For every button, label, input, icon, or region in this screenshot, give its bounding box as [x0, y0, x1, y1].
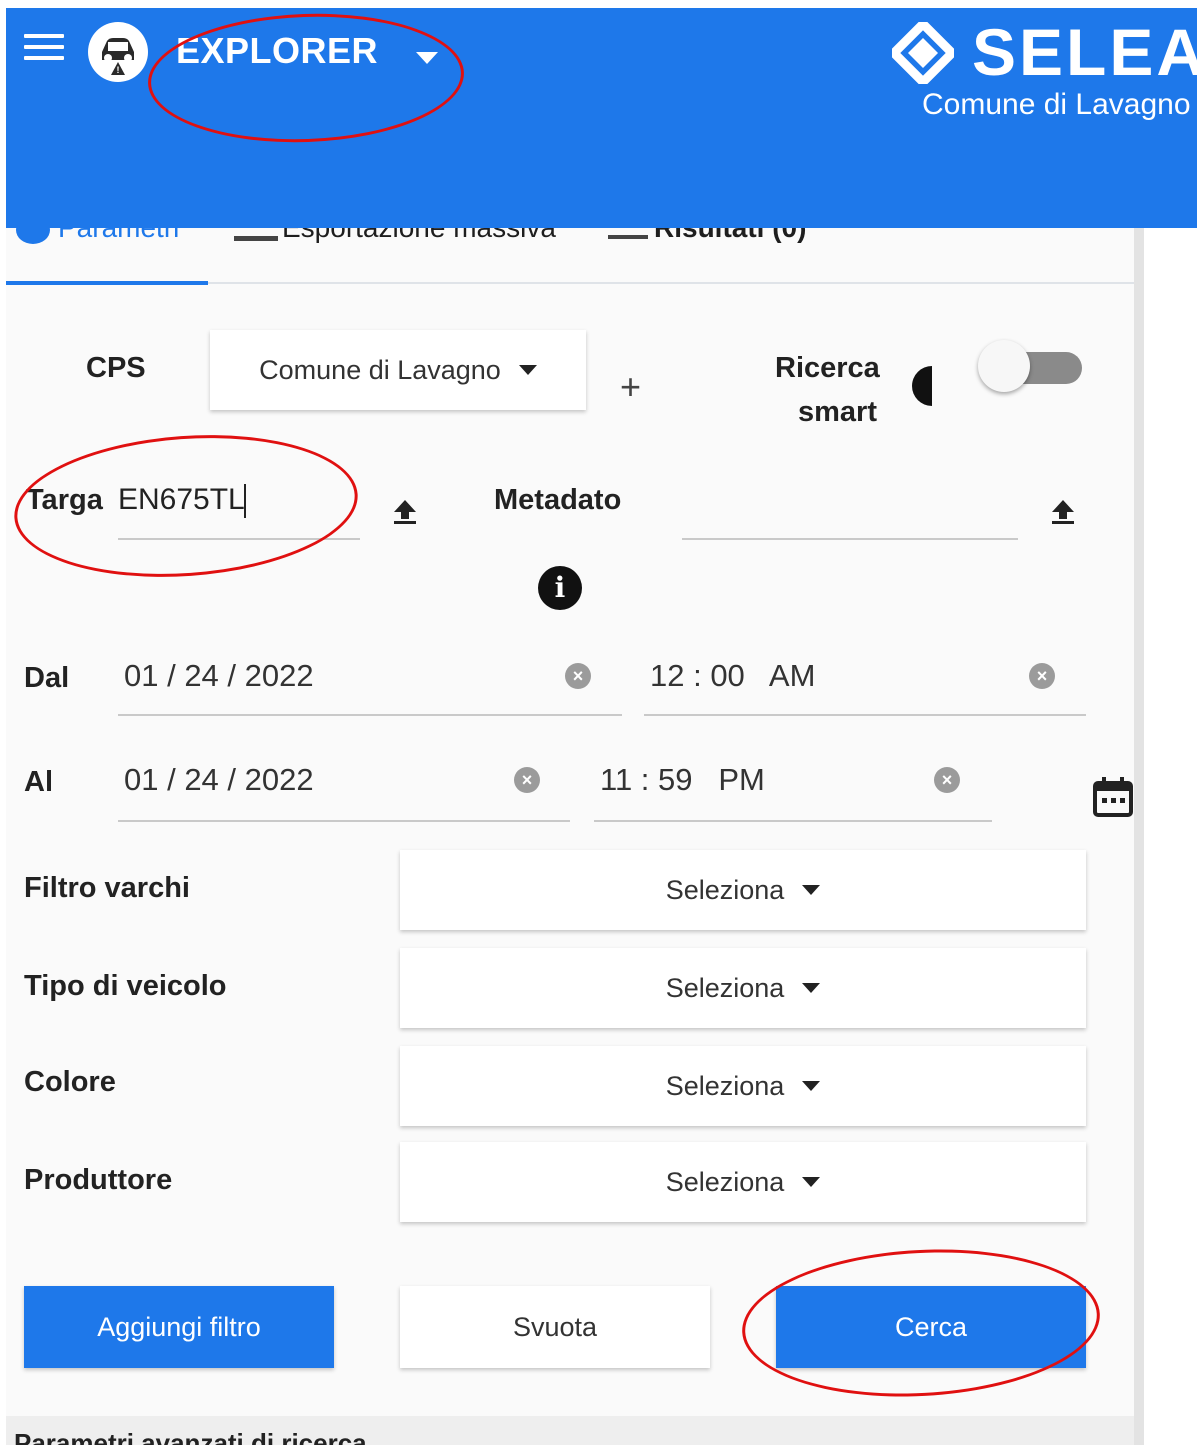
clear-icon[interactable]: × — [934, 767, 960, 793]
select-value: Seleziona — [665, 1070, 785, 1101]
colore-label: Colore — [24, 1066, 116, 1098]
brand-name: SELEA — [972, 15, 1197, 89]
al-date-underline — [118, 820, 570, 822]
text-cursor — [244, 484, 246, 518]
chevron-down-icon[interactable] — [416, 52, 438, 64]
targa-label: Targa — [26, 484, 103, 516]
municipality-name: Comune di Lavagno — [922, 88, 1191, 121]
brand-diamond-icon — [887, 17, 959, 89]
dal-date[interactable]: 01 / 24 / 2022 — [124, 658, 314, 694]
active-tab-indicator — [6, 281, 208, 285]
caret-down-icon — [802, 885, 821, 895]
upload-icon[interactable] — [392, 498, 418, 531]
calendar-icon[interactable] — [1092, 776, 1134, 823]
cps-value: Comune di Lavagno — [259, 354, 501, 385]
al-time-underline — [594, 820, 992, 822]
tipo-veicolo-select[interactable]: Seleziona — [400, 948, 1086, 1028]
dal-date-underline — [118, 714, 622, 716]
dal-label: Dal — [24, 662, 70, 694]
app-name[interactable]: EXPLORER — [176, 30, 378, 72]
metadato-label: Metadato — [494, 484, 622, 516]
select-value: Seleziona — [665, 972, 785, 1003]
add-filter-button[interactable]: Aggiungi filtro — [24, 1286, 334, 1368]
smart-search-label-2: smart — [798, 396, 877, 428]
metadato-underline — [682, 538, 1018, 540]
select-value: Seleziona — [665, 874, 785, 905]
clear-icon[interactable]: × — [1029, 663, 1055, 689]
targa-underline — [118, 538, 360, 540]
toggle-knob[interactable] — [978, 340, 1030, 392]
search-panel — [6, 228, 1134, 1445]
header-overlap — [6, 160, 1197, 228]
select-value: Seleziona — [665, 1166, 785, 1197]
produttore-label: Produttore — [24, 1164, 173, 1196]
colore-select[interactable]: Seleziona — [400, 1046, 1086, 1126]
dal-time-underline — [644, 714, 1086, 716]
info-icon[interactable]: i — [538, 566, 582, 610]
metadato-input[interactable] — [682, 480, 1016, 520]
caret-down-icon — [802, 983, 821, 993]
advanced-params-header[interactable]: Parametri avanzati di ricerca — [6, 1416, 1134, 1445]
al-date[interactable]: 01 / 24 / 2022 — [124, 762, 314, 798]
upload-icon[interactable] — [1050, 498, 1076, 531]
clear-icon[interactable]: × — [565, 663, 591, 689]
svg-text:!: ! — [117, 65, 120, 75]
clear-icon[interactable]: × — [514, 767, 540, 793]
menu-icon[interactable] — [24, 34, 64, 62]
caret-down-icon — [802, 1081, 821, 1091]
search-button[interactable]: Cerca — [776, 1286, 1086, 1368]
al-label: Al — [24, 766, 53, 798]
filtro-varchi-label: Filtro varchi — [24, 872, 190, 904]
cps-label: CPS — [86, 352, 146, 384]
targa-input[interactable] — [118, 480, 358, 520]
caret-down-icon — [802, 1177, 821, 1187]
dal-time[interactable]: 12 : 00 AM — [650, 658, 815, 694]
panel-scrollbar[interactable] — [1134, 228, 1144, 1445]
produttore-select[interactable]: Seleziona — [400, 1142, 1086, 1222]
add-cps-button[interactable]: + — [620, 366, 641, 408]
tipo-veicolo-label: Tipo di veicolo — [24, 970, 227, 1002]
cps-select[interactable]: Comune di Lavagno — [210, 330, 586, 410]
filtro-varchi-select[interactable]: Seleziona — [400, 850, 1086, 930]
car-app-icon: ! — [88, 22, 148, 82]
caret-down-icon — [518, 365, 537, 375]
smart-search-label-1: Ricerca — [775, 352, 880, 384]
clear-button[interactable]: Svuota — [400, 1286, 710, 1368]
advanced-params-title: Parametri avanzati di ricerca — [14, 1428, 367, 1445]
al-time[interactable]: 11 : 59 PM — [600, 762, 765, 798]
